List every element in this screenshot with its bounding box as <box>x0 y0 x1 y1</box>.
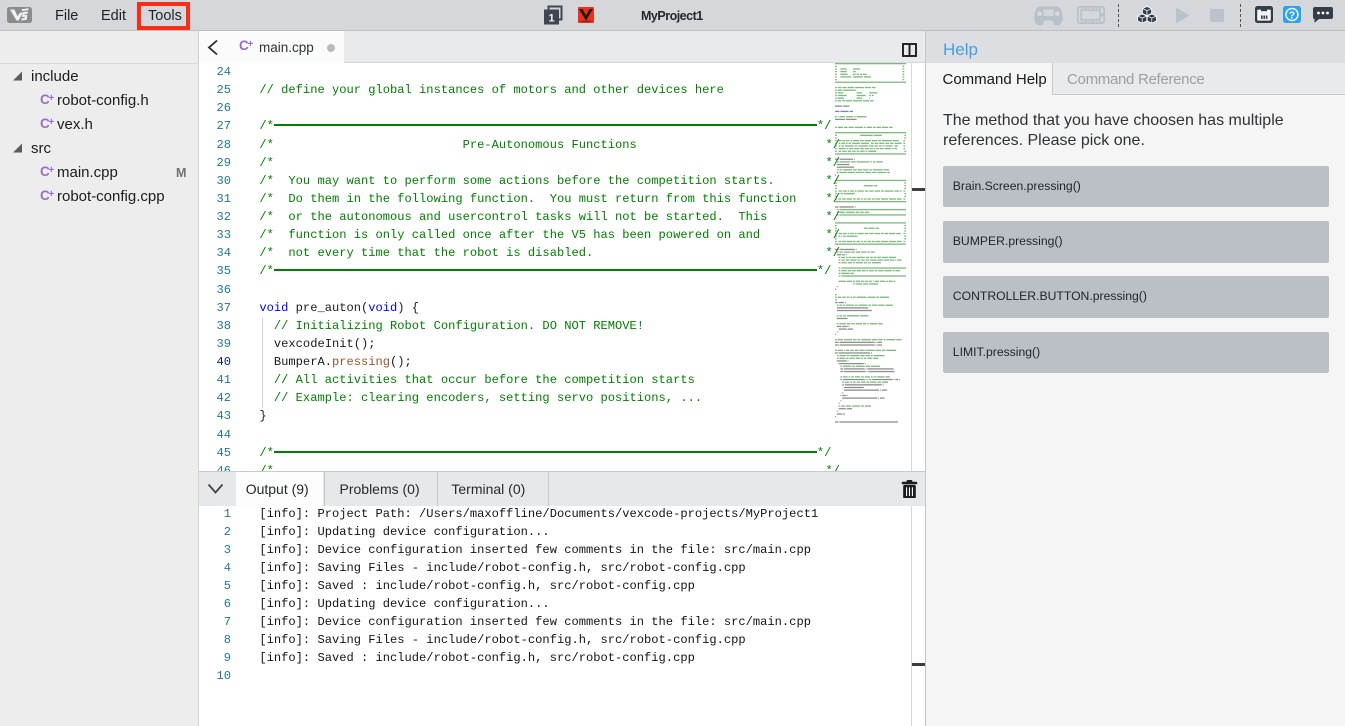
svg-text:1: 1 <box>548 13 554 25</box>
svg-text:?: ? <box>1289 9 1295 21</box>
